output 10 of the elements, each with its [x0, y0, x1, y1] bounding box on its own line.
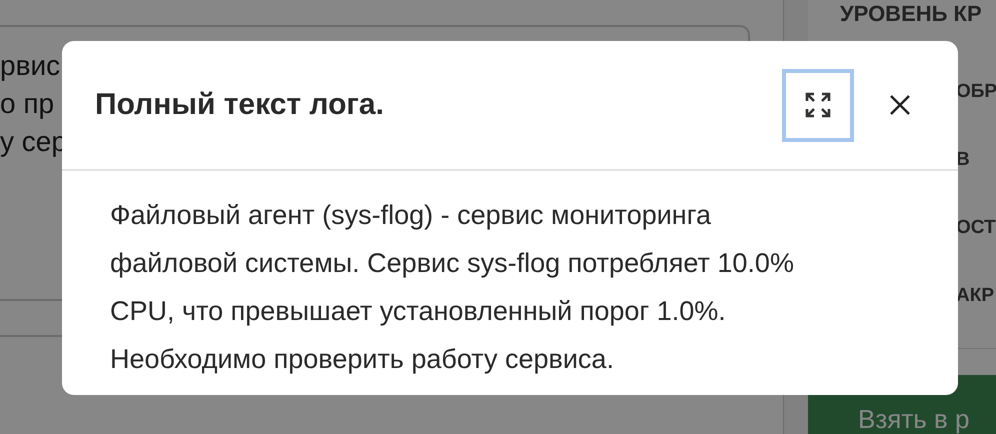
- log-line: о пр: [0, 87, 54, 121]
- log-line: рвис: [0, 49, 60, 83]
- expand-button[interactable]: [782, 68, 854, 142]
- close-icon: [890, 95, 910, 115]
- expand-icon: [804, 91, 832, 119]
- side-item-label: УРОВЕНЬ КР: [840, 0, 982, 28]
- modal-title: Полный текст лога.: [95, 88, 385, 122]
- side-item-label: ОСТ: [956, 216, 996, 240]
- side-item-label: АКР: [956, 284, 994, 308]
- log-text: Файловый агент (sys-flog) - сервис мониторинга файловой системы. Сервис sys-flog потребляет 10.0% CPU, что превышает установленный порог 1.0%. Необходимо проверить работу сервиса.: [110, 199, 795, 376]
